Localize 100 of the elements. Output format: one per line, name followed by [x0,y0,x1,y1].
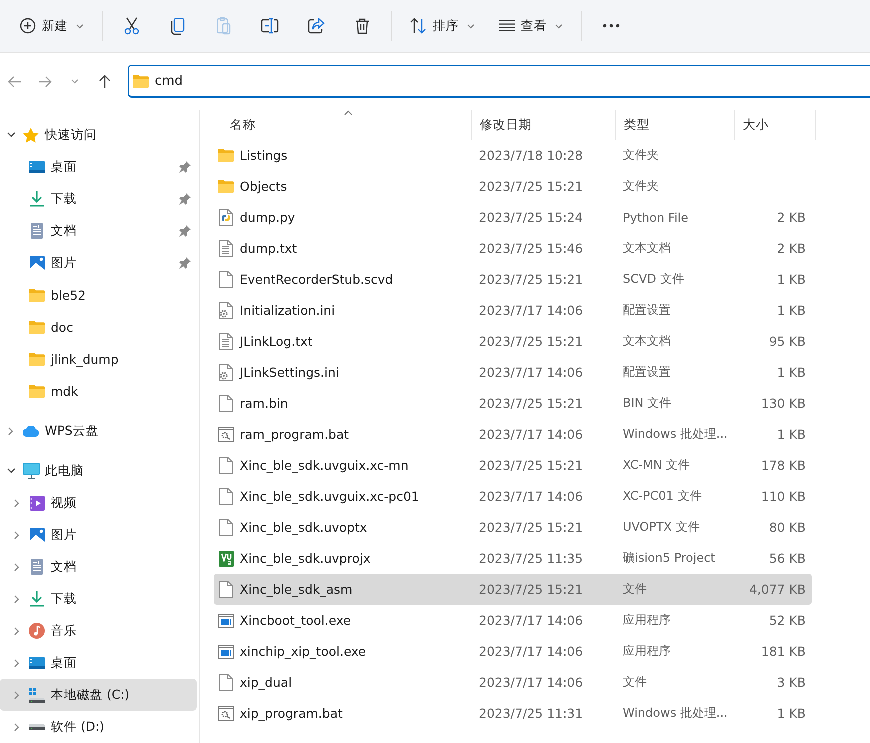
file-row[interactable]: xip_dual 2023/7/17 14:06 文件 3 KB [214,667,812,698]
drive-icon [29,688,45,702]
chevron-right-icon[interactable] [14,658,20,668]
file-row[interactable]: JLinkSettings.ini 2023/7/17 14:06 配置设置 1 KB [214,357,812,388]
file-row[interactable]: JLinkLog.txt 2023/7/25 15:21 文本文档 95 KB [214,326,812,357]
file-row[interactable]: dump.txt 2023/7/25 15:46 文本文档 2 KB [214,233,812,264]
text-file-icon [219,240,233,257]
nav-item[interactable]: 此电脑 [0,455,197,487]
file-size: 1 KB [776,272,806,287]
toolbar-button[interactable]: 查看 [487,8,575,44]
file-row[interactable]: Xincboot_tool.exe 2023/7/17 14:06 应用程序 52 KB [214,605,812,636]
chevron-right-icon[interactable] [14,562,20,572]
file-row[interactable]: Xinc_ble_sdk.uvoptx 2023/7/25 15:21 UVOPTX 文件 80 KB [214,512,812,543]
file-size: 52 KB [768,613,806,628]
file-icon [219,519,233,536]
pin-icon[interactable] [179,161,191,173]
chevron-right-icon[interactable] [14,722,20,732]
trash-icon [354,18,370,34]
modified-date: 2023/7/17 14:06 [478,675,584,690]
file-name: Xinc_ble_sdk.uvprojx [240,551,371,566]
nav-item[interactable]: WPS云盘 [0,415,197,447]
project-file-icon [218,550,234,566]
nav-item[interactable]: 音乐 [0,615,197,647]
file-row[interactable]: Xinc_ble_sdk.uvguix.xc-pc01 2023/7/17 14:06 XC-PC01 文件 110 KB [214,481,812,512]
nav-item[interactable]: 图片 [0,519,197,551]
back-arrow-icon[interactable] [8,76,22,88]
column-header[interactable]: 名称 [200,110,472,140]
chevron-down-icon[interactable] [6,468,16,474]
file-size: 181 KB [760,644,806,659]
modified-date: 2023/7/17 14:06 [478,365,584,380]
nav-item[interactable]: 桌面 [0,647,197,679]
chevron-right-icon[interactable] [14,690,20,700]
sort-up-icon [344,110,352,116]
file-row[interactable]: xip_program.bat 2023/7/25 11:31 Windows 批处理... 1 KB [214,698,812,729]
address-bar[interactable]: cmd [128,65,870,98]
nav-item[interactable]: ble52 [0,279,197,311]
chevron-right-icon[interactable] [14,530,20,540]
nav-item[interactable]: jlink_dump [0,343,197,375]
pin-icon[interactable] [179,257,191,269]
file-row[interactable]: ram.bin 2023/7/25 15:21 BIN 文件 130 KB [214,388,812,419]
app-window-icon [218,614,234,628]
nav-item[interactable]: doc [0,311,197,343]
file-row[interactable]: Objects 2023/7/25 15:21 文件夹 [214,171,812,202]
nav-item[interactable]: 图片 [0,247,197,279]
nav-item[interactable]: mdk [0,375,197,407]
file-size: 1 KB [776,365,806,380]
path-text: cmd [155,74,184,88]
folder-icon [29,384,45,398]
file-row[interactable]: Initialization.ini 2023/7/17 14:06 配置设置 1 KB [214,295,812,326]
modified-date: 2023/7/25 11:35 [478,551,584,566]
file-name: JLinkSettings.ini [240,365,340,380]
toolbar-button[interactable]: 新建 [8,8,96,44]
nav-item[interactable]: 本地磁盘 (C:) [0,679,197,711]
file-row[interactable]: Xinc_ble_sdk.uvprojx 2023/7/25 11:35 礦ision5 Project 56 KB [214,543,812,574]
chevron-right-icon[interactable] [8,426,14,436]
file-row[interactable]: EventRecorderStub.scvd 2023/7/25 15:21 SCVD 文件 1 KB [214,264,812,295]
forward-arrow-icon[interactable] [38,76,52,88]
file-row[interactable]: Xinc_ble_sdk_asm 2023/7/25 15:21 文件 4,077 KB [214,574,812,605]
file-row[interactable]: xinchip_xip_tool.exe 2023/7/17 14:06 应用程序 181 KB [214,636,812,667]
file-row[interactable]: Listings 2023/7/18 10:28 文件夹 [214,140,812,171]
chevron-down-icon[interactable] [6,132,16,138]
drive-icon [29,724,45,730]
up-arrow-icon[interactable] [99,74,111,88]
column-header[interactable]: 修改日期 [472,110,616,140]
column-header[interactable]: 大小 [735,110,816,140]
nav-item[interactable]: 桌面 [0,151,197,183]
desktop-icon [29,657,45,669]
nav-item[interactable]: 快速访问 [0,119,197,151]
modified-date: 2023/7/25 15:21 [478,520,584,535]
nav-item[interactable]: 视频 [0,487,197,519]
pin-icon[interactable] [179,225,191,237]
file-row[interactable]: ram_program.bat 2023/7/17 14:06 Windows 批处理... 1 KB [214,419,812,450]
music-icon [29,623,45,639]
pin-icon[interactable] [179,193,191,205]
file-name: Xincboot_tool.exe [240,613,352,628]
nav-item[interactable]: 软件 (D:) [0,711,197,743]
file-name: Xinc_ble_sdk_asm [240,582,353,597]
file-icon [219,581,233,598]
column-header[interactable]: 类型 [616,110,735,140]
nav-item[interactable]: 文档 [0,551,197,583]
chevron-right-icon[interactable] [14,626,20,636]
caret-icon [467,24,475,28]
chevron-right-icon[interactable] [14,594,20,604]
nav-item[interactable]: 下载 [0,183,197,215]
file-row[interactable]: dump.py 2023/7/25 15:24 Python File 2 KB [214,202,812,233]
chevron-right-icon[interactable] [14,498,20,508]
sort-icon [410,18,427,34]
modified-date: 2023/7/25 15:21 [478,334,584,349]
nav-item[interactable]: 文档 [0,215,197,247]
toolbar-button[interactable]: 排序 [398,8,487,44]
file-name: ram_program.bat [240,427,350,442]
nav-item[interactable]: 下载 [0,583,197,615]
file-size: 95 KB [768,334,806,349]
more-icon [602,24,620,28]
file-name: Xinc_ble_sdk.uvguix.xc-pc01 [240,489,420,504]
file-size: 2 KB [776,210,806,225]
file-name: xip_dual [240,675,292,690]
file-name: Initialization.ini [240,303,336,318]
text-file-icon [219,333,233,350]
file-row[interactable]: Xinc_ble_sdk.uvguix.xc-mn 2023/7/25 15:21 XC-MN 文件 178 KB [214,450,812,481]
